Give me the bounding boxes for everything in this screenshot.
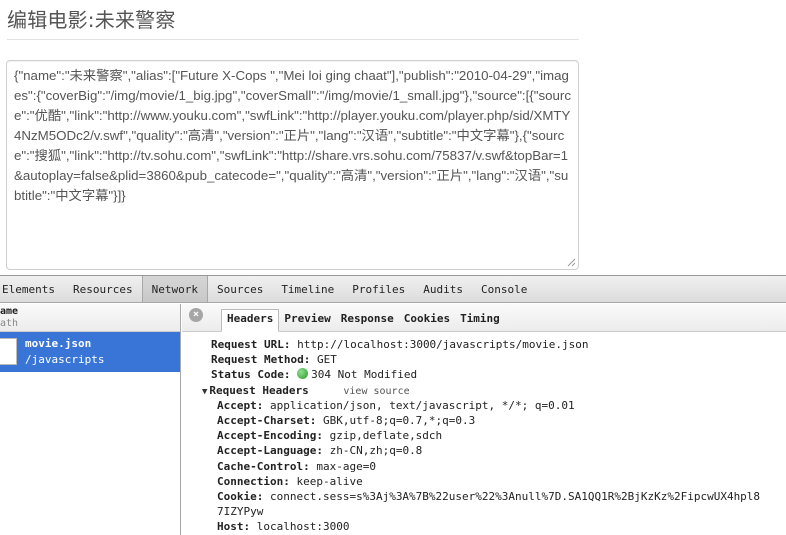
page-title: 编辑电影:未来警察 xyxy=(7,8,176,32)
header-key: Host: xyxy=(217,520,251,534)
tab-cookies[interactable]: Cookies xyxy=(399,309,455,331)
header-value: max-age=0 xyxy=(316,459,376,473)
status-code-key: Status Code: xyxy=(211,368,291,382)
tab-resources[interactable]: Resources xyxy=(64,276,142,302)
tab-timeline[interactable]: Timeline xyxy=(272,276,343,302)
header-value: zh-CN,zh;q=0.8 xyxy=(329,444,423,458)
tab-elements[interactable]: Elements xyxy=(0,276,64,302)
header-row: Host: localhost:3000 xyxy=(182,519,786,534)
status-code-value: 304 Not Modified xyxy=(311,368,418,382)
request-path: /javascripts xyxy=(25,353,105,366)
header-row: Connection: keep-alive xyxy=(182,474,786,489)
request-headers-section[interactable]: ▼ Request Headers view source xyxy=(182,383,786,398)
request-url-row: Request URL: http://localhost:3000/javas… xyxy=(182,337,786,352)
header-key: Cache-Control: xyxy=(217,459,310,473)
request-method-value: GET xyxy=(316,353,337,367)
tab-timing[interactable]: Timing xyxy=(455,309,505,331)
header-key: Accept-Language: xyxy=(217,444,323,458)
detail-tabbar: × Headers Preview Response Cookies Timin… xyxy=(182,304,786,332)
tab-headers[interactable]: Headers xyxy=(221,309,280,332)
header-row: Accept: application/json, text/javascrip… xyxy=(182,398,786,413)
header-row: 7IZYPyw xyxy=(182,504,786,519)
request-method-key: Request Method: xyxy=(211,353,311,367)
header-key: Accept: xyxy=(217,398,264,412)
header-value: connect.sess=s%3Aj%3A%7B%22user%22%3Anul… xyxy=(269,489,761,503)
headers-panel: Request URL: http://localhost:3000/javas… xyxy=(182,337,786,535)
request-list-header[interactable]: ame ath xyxy=(0,304,180,332)
header-value: application/json, text/javascript, */*; … xyxy=(269,398,575,412)
header-value: keep-alive xyxy=(296,474,363,488)
file-icon xyxy=(0,338,17,365)
tab-response[interactable]: Response xyxy=(336,309,399,331)
expand-triangle-icon[interactable]: ▼ xyxy=(202,385,207,398)
tab-console[interactable]: Console xyxy=(472,276,536,302)
tab-sources[interactable]: Sources xyxy=(208,276,272,302)
header-key: Cookie: xyxy=(217,489,264,503)
tab-preview[interactable]: Preview xyxy=(279,309,335,331)
header-key: Accept-Encoding: xyxy=(217,429,323,443)
resize-grip-icon[interactable] xyxy=(567,258,576,267)
status-dot-icon xyxy=(297,368,309,380)
request-details: × Headers Preview Response Cookies Timin… xyxy=(182,304,786,535)
header-row: Accept-Charset: GBK,utf-8;q=0.7,*;q=0.3 xyxy=(182,413,786,428)
header-row: Cache-Control: max-age=0 xyxy=(182,459,786,474)
header-value: GBK,utf-8;q=0.7,*;q=0.3 xyxy=(322,413,476,427)
devtools-panel: Elements Resources Network Sources Timel… xyxy=(0,275,786,535)
view-source-link[interactable]: view source xyxy=(343,386,409,397)
header-row: Cookie: connect.sess=s%3Aj%3A%7B%22user%… xyxy=(182,489,786,504)
tab-audits[interactable]: Audits xyxy=(414,276,472,302)
tab-network[interactable]: Network xyxy=(141,276,208,302)
json-text: {"name":"未来警察","alias":["Future X-Cops "… xyxy=(14,68,571,203)
column-name-header[interactable]: ame xyxy=(0,306,180,318)
request-list: ame ath movie.json /javascripts xyxy=(0,304,181,535)
header-key: Connection: xyxy=(217,474,290,488)
request-method-row: Request Method: GET xyxy=(182,352,786,367)
header-row: Accept-Language: zh-CN,zh;q=0.8 xyxy=(182,443,786,458)
close-icon[interactable]: × xyxy=(189,308,203,322)
devtools-tabbar: Elements Resources Network Sources Timel… xyxy=(0,276,786,303)
header-value: localhost:3000 xyxy=(256,520,350,534)
request-name: movie.json xyxy=(25,337,92,350)
movie-json-textarea[interactable]: {"name":"未来警察","alias":["Future X-Cops "… xyxy=(6,60,579,270)
header-key: Accept-Charset: xyxy=(217,413,317,427)
status-code-row: Status Code: 304 Not Modified xyxy=(182,367,786,382)
tab-profiles[interactable]: Profiles xyxy=(343,276,414,302)
header-row: Accept-Encoding: gzip,deflate,sdch xyxy=(182,428,786,443)
header-value: 7IZYPyw xyxy=(217,505,264,519)
request-url-key: Request URL: xyxy=(211,338,291,351)
request-row[interactable]: movie.json /javascripts xyxy=(0,332,180,372)
request-url-value: http://localhost:3000/javascripts/movie.… xyxy=(297,338,589,351)
column-path-header: ath xyxy=(0,318,19,329)
header-value: gzip,deflate,sdch xyxy=(329,429,443,443)
title-divider xyxy=(7,39,579,40)
request-headers-title: Request Headers xyxy=(209,383,309,397)
